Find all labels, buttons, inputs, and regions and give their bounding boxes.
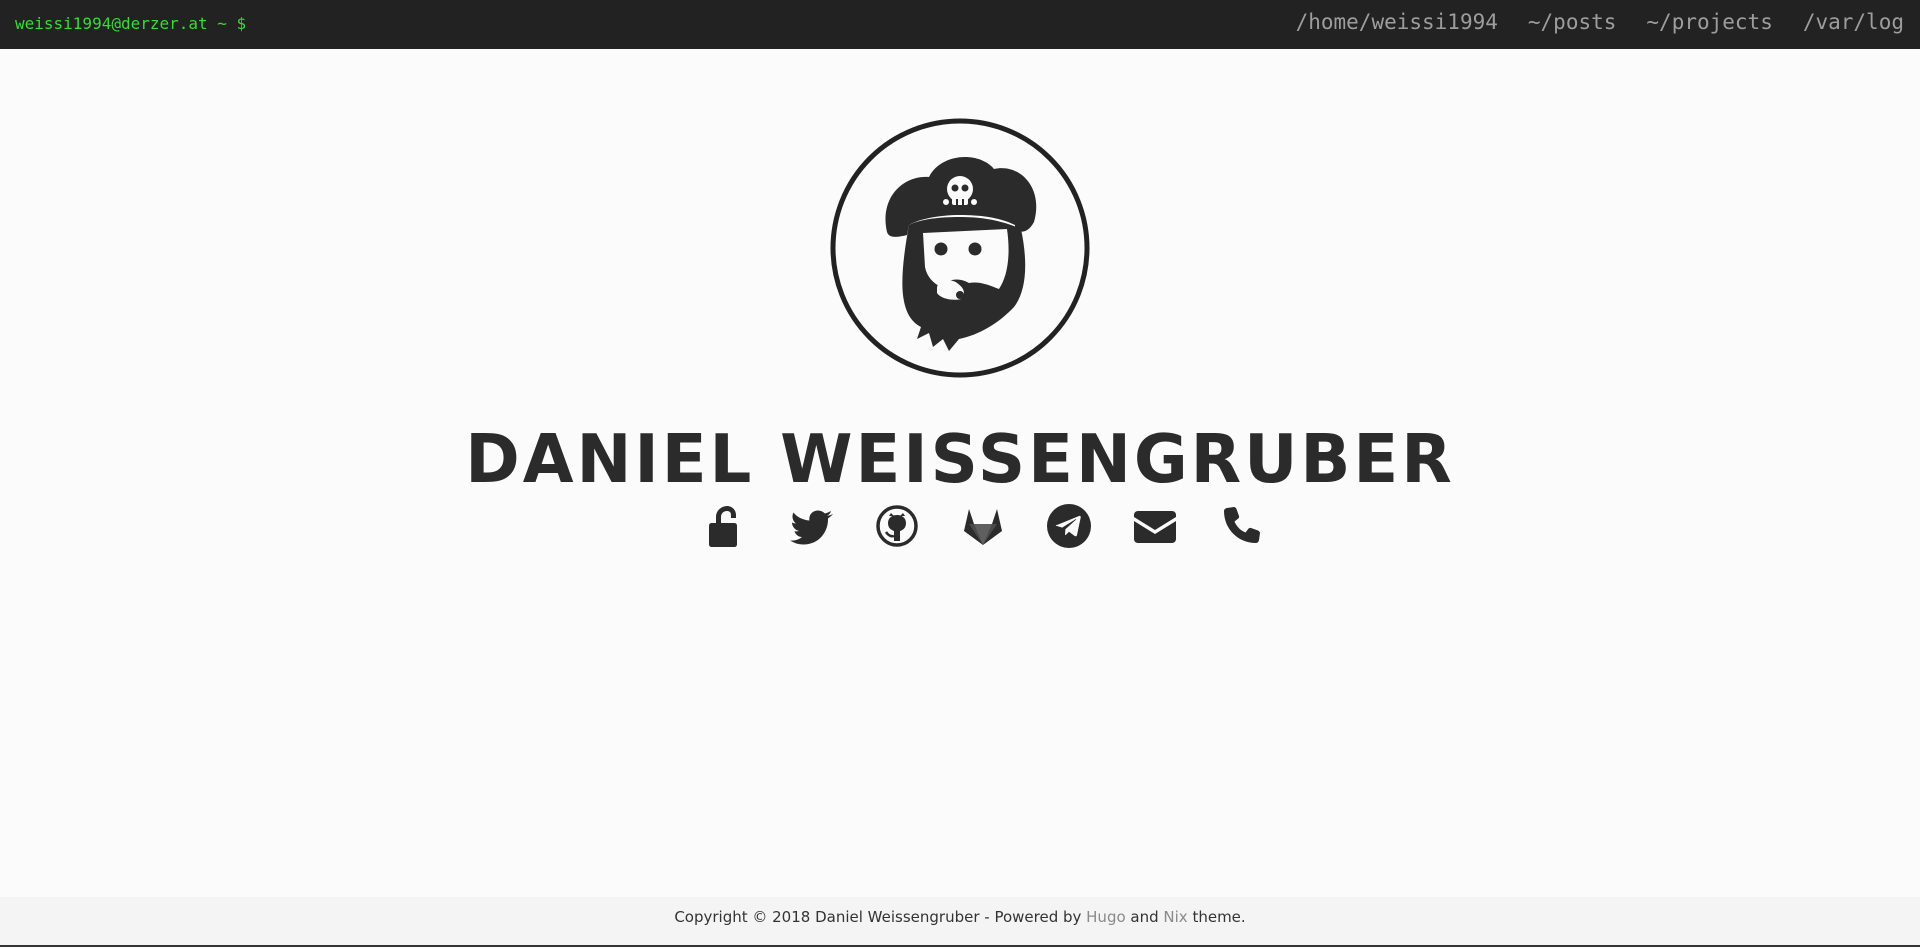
footer-copyright: Copyright © 2018 Daniel Weissengruber - … xyxy=(674,908,1087,926)
social-links xyxy=(0,503,1920,549)
top-navbar: weissi1994@derzer.at ~ $ /home/weissi199… xyxy=(0,0,1920,49)
terminal-prompt: weissi1994@derzer.at ~ $ xyxy=(15,14,247,33)
nav-link-posts[interactable]: ~/posts xyxy=(1528,10,1617,34)
footer-and: and xyxy=(1125,908,1164,926)
github-icon[interactable] xyxy=(874,503,920,549)
nav-links: /home/weissi1994 ~/posts ~/projects /var… xyxy=(1296,10,1904,34)
telegram-icon[interactable] xyxy=(1046,503,1092,549)
pirate-avatar xyxy=(829,117,1091,379)
nav-link-home[interactable]: /home/weissi1994 xyxy=(1296,10,1498,34)
nav-link-log[interactable]: /var/log xyxy=(1803,10,1904,34)
footer: Copyright © 2018 Daniel Weissengruber - … xyxy=(0,897,1920,947)
nav-link-projects[interactable]: ~/projects xyxy=(1646,10,1772,34)
gitlab-icon[interactable] xyxy=(960,503,1006,549)
profile-name: DANIEL WEISSENGRUBER xyxy=(465,420,1455,498)
nix-link[interactable]: Nix xyxy=(1163,908,1187,926)
phone-icon[interactable] xyxy=(1218,503,1264,549)
unlock-icon[interactable] xyxy=(702,503,748,549)
envelope-icon[interactable] xyxy=(1132,503,1178,549)
twitter-icon[interactable] xyxy=(788,503,834,549)
hugo-link[interactable]: Hugo xyxy=(1086,908,1126,926)
footer-suffix: theme. xyxy=(1187,908,1246,926)
